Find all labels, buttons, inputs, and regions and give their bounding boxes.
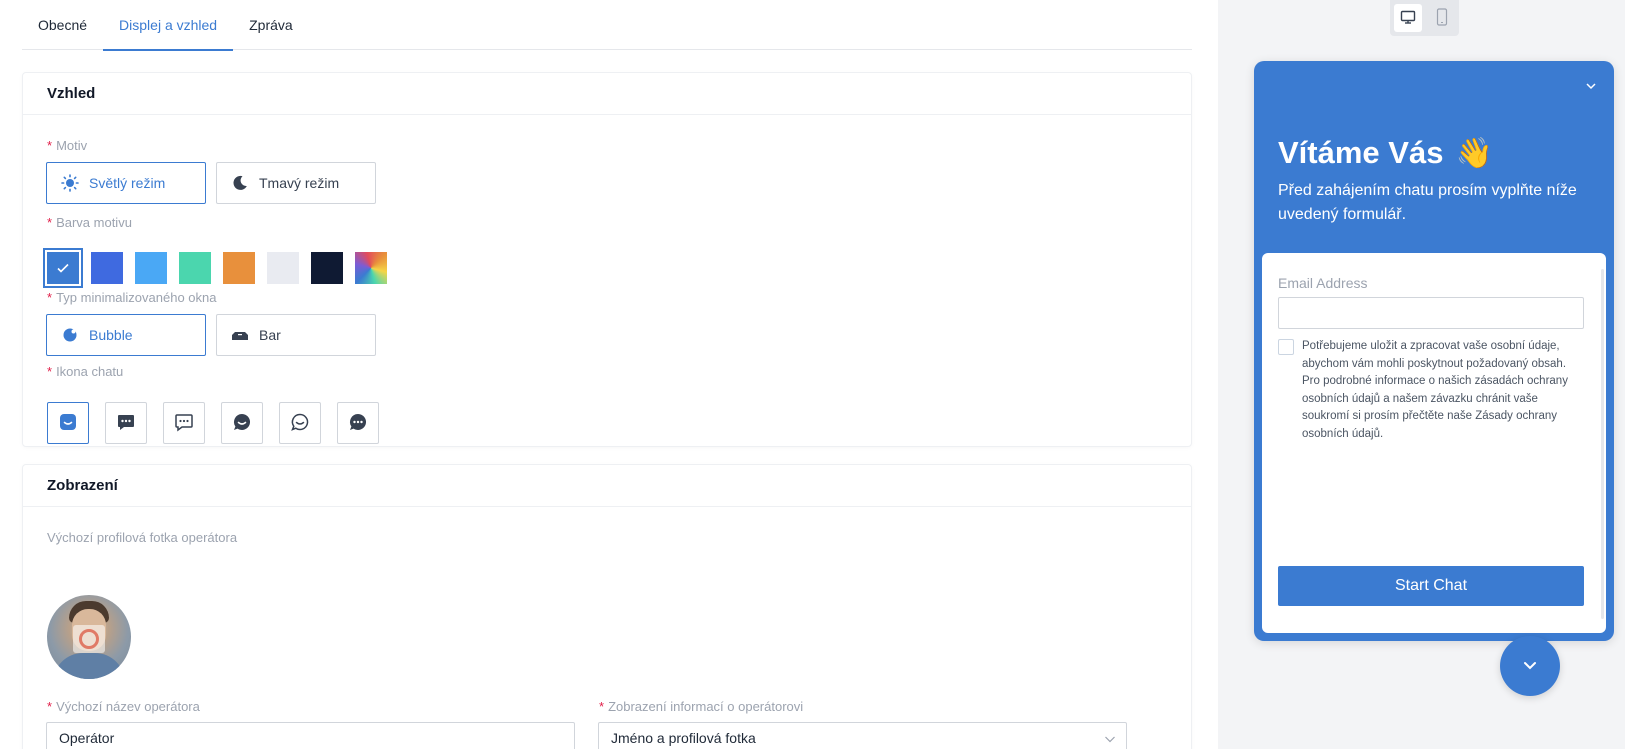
color-swatch-5[interactable] — [223, 252, 255, 284]
chevron-down-icon — [1104, 732, 1116, 748]
widget-title-text: Vítáme Vás — [1278, 135, 1444, 170]
tab-message[interactable]: Zpráva — [233, 0, 309, 50]
bubble-label: Bubble — [89, 327, 133, 343]
chat-icon-option-5[interactable] — [279, 402, 321, 444]
chat-icon-option-1[interactable] — [47, 402, 89, 444]
chat-smile-round-filled-icon — [232, 412, 252, 435]
sun-icon — [61, 174, 79, 192]
operator-name-input[interactable]: Operátor — [46, 722, 575, 749]
operator-info-value: Jméno a profilová fotka — [611, 730, 756, 746]
chevron-down-icon — [1521, 656, 1539, 677]
mobile-icon — [1435, 7, 1449, 29]
email-input[interactable] — [1278, 297, 1584, 329]
dark-mode-button[interactable]: Tmavý režim — [216, 162, 376, 204]
appearance-card: Vzhled * Motiv Světlý režim Tmavý režim *… — [22, 72, 1192, 447]
preview-panel: Vítáme Vás 👋 Před zahájením chatu prosím… — [1218, 0, 1625, 749]
chat-icon-option-2[interactable] — [105, 402, 147, 444]
desktop-preview-button[interactable] — [1393, 4, 1422, 32]
widget-subtitle: Před zahájením chatu prosím vyplňte níže… — [1278, 182, 1577, 223]
chat-smile-square-icon — [58, 412, 78, 435]
chat-icon-label: * Ikona chatu — [47, 364, 124, 379]
email-label: Email Address — [1278, 275, 1368, 291]
consent-text: Potřebujeme uložit a zpracovat vaše osob… — [1302, 340, 1568, 440]
color-swatch-4[interactable] — [179, 252, 211, 284]
color-swatches — [43, 248, 399, 288]
tab-general[interactable]: Obecné — [22, 0, 103, 50]
bubble-icon — [61, 326, 79, 344]
appearance-title: Vzhled — [23, 73, 1191, 115]
chat-icon-options — [47, 402, 395, 444]
display-card: Zobrazení Výchozí profilová fotka operát… — [22, 464, 1192, 749]
light-mode-label: Světlý režim — [89, 175, 166, 191]
operator-avatar[interactable] — [47, 595, 131, 679]
bar-label: Bar — [259, 327, 281, 343]
theme-label: * Motiv — [47, 138, 88, 153]
chat-dots-round-filled-icon — [348, 412, 368, 435]
tab-display-appearance[interactable]: Displej a vzhled — [103, 0, 234, 51]
desktop-icon — [1400, 9, 1416, 28]
chat-icon-option-4[interactable] — [221, 402, 263, 444]
dark-mode-label: Tmavý režim — [259, 175, 340, 191]
form-scrollbar[interactable] — [1601, 269, 1604, 619]
operator-name-label: * Výchozí název operátora — [47, 699, 200, 714]
operator-avatar-label: Výchozí profilová fotka operátora — [47, 530, 238, 545]
settings-tabs: Obecné Displej a vzhled Zpráva — [22, 0, 1192, 51]
upload-overlay[interactable] — [73, 625, 105, 653]
loading-ring-icon — [79, 629, 99, 649]
consent-checkbox[interactable] — [1278, 339, 1294, 355]
light-mode-button[interactable]: Světlý režim — [46, 162, 206, 204]
chat-dots-square-outline-icon — [174, 412, 194, 435]
color-swatch-2[interactable] — [91, 252, 123, 284]
check-icon — [47, 252, 79, 284]
chat-widget-preview: Vítáme Vás 👋 Před zahájením chatu prosím… — [1254, 61, 1614, 641]
settings-panel: Obecné Displej a vzhled Zpráva Vzhled * M… — [0, 0, 1218, 749]
chat-icon-option-3[interactable] — [163, 402, 205, 444]
color-swatch-7[interactable] — [311, 252, 343, 284]
theme-color-label: * Barva motivu — [47, 215, 132, 230]
color-swatch-1[interactable] — [43, 248, 83, 288]
device-toggle — [1390, 0, 1459, 36]
widget-welcome-title: Vítáme Vás 👋 — [1278, 135, 1493, 171]
color-swatch-custom[interactable] — [355, 252, 387, 284]
chat-icon-option-6[interactable] — [337, 402, 379, 444]
chevron-down-icon[interactable] — [1584, 79, 1598, 96]
operator-info-label: * Zobrazení informací o operátorovi — [599, 699, 804, 714]
color-swatch-3[interactable] — [135, 252, 167, 284]
bar-button[interactable]: Bar — [216, 314, 376, 356]
start-chat-button[interactable]: Start Chat — [1278, 566, 1584, 606]
prechat-form: Email Address Potřebujeme uložit a zprac… — [1262, 253, 1606, 633]
chat-smile-round-outline-icon — [290, 412, 310, 435]
chat-launcher-button[interactable] — [1500, 636, 1560, 696]
bubble-button[interactable]: Bubble — [46, 314, 206, 356]
bar-icon — [231, 326, 249, 344]
waving-hand-icon: 👋 — [1455, 136, 1493, 170]
avatar-body — [53, 653, 125, 679]
operator-info-select[interactable]: Jméno a profilová fotka — [598, 722, 1127, 749]
chat-dots-square-filled-icon — [116, 412, 136, 435]
color-swatch-6[interactable] — [267, 252, 299, 284]
minimized-window-label: * Typ minimalizovaného okna — [47, 290, 217, 305]
display-title: Zobrazení — [23, 465, 1191, 507]
moon-icon — [231, 174, 249, 192]
mobile-preview-button[interactable] — [1428, 4, 1456, 32]
